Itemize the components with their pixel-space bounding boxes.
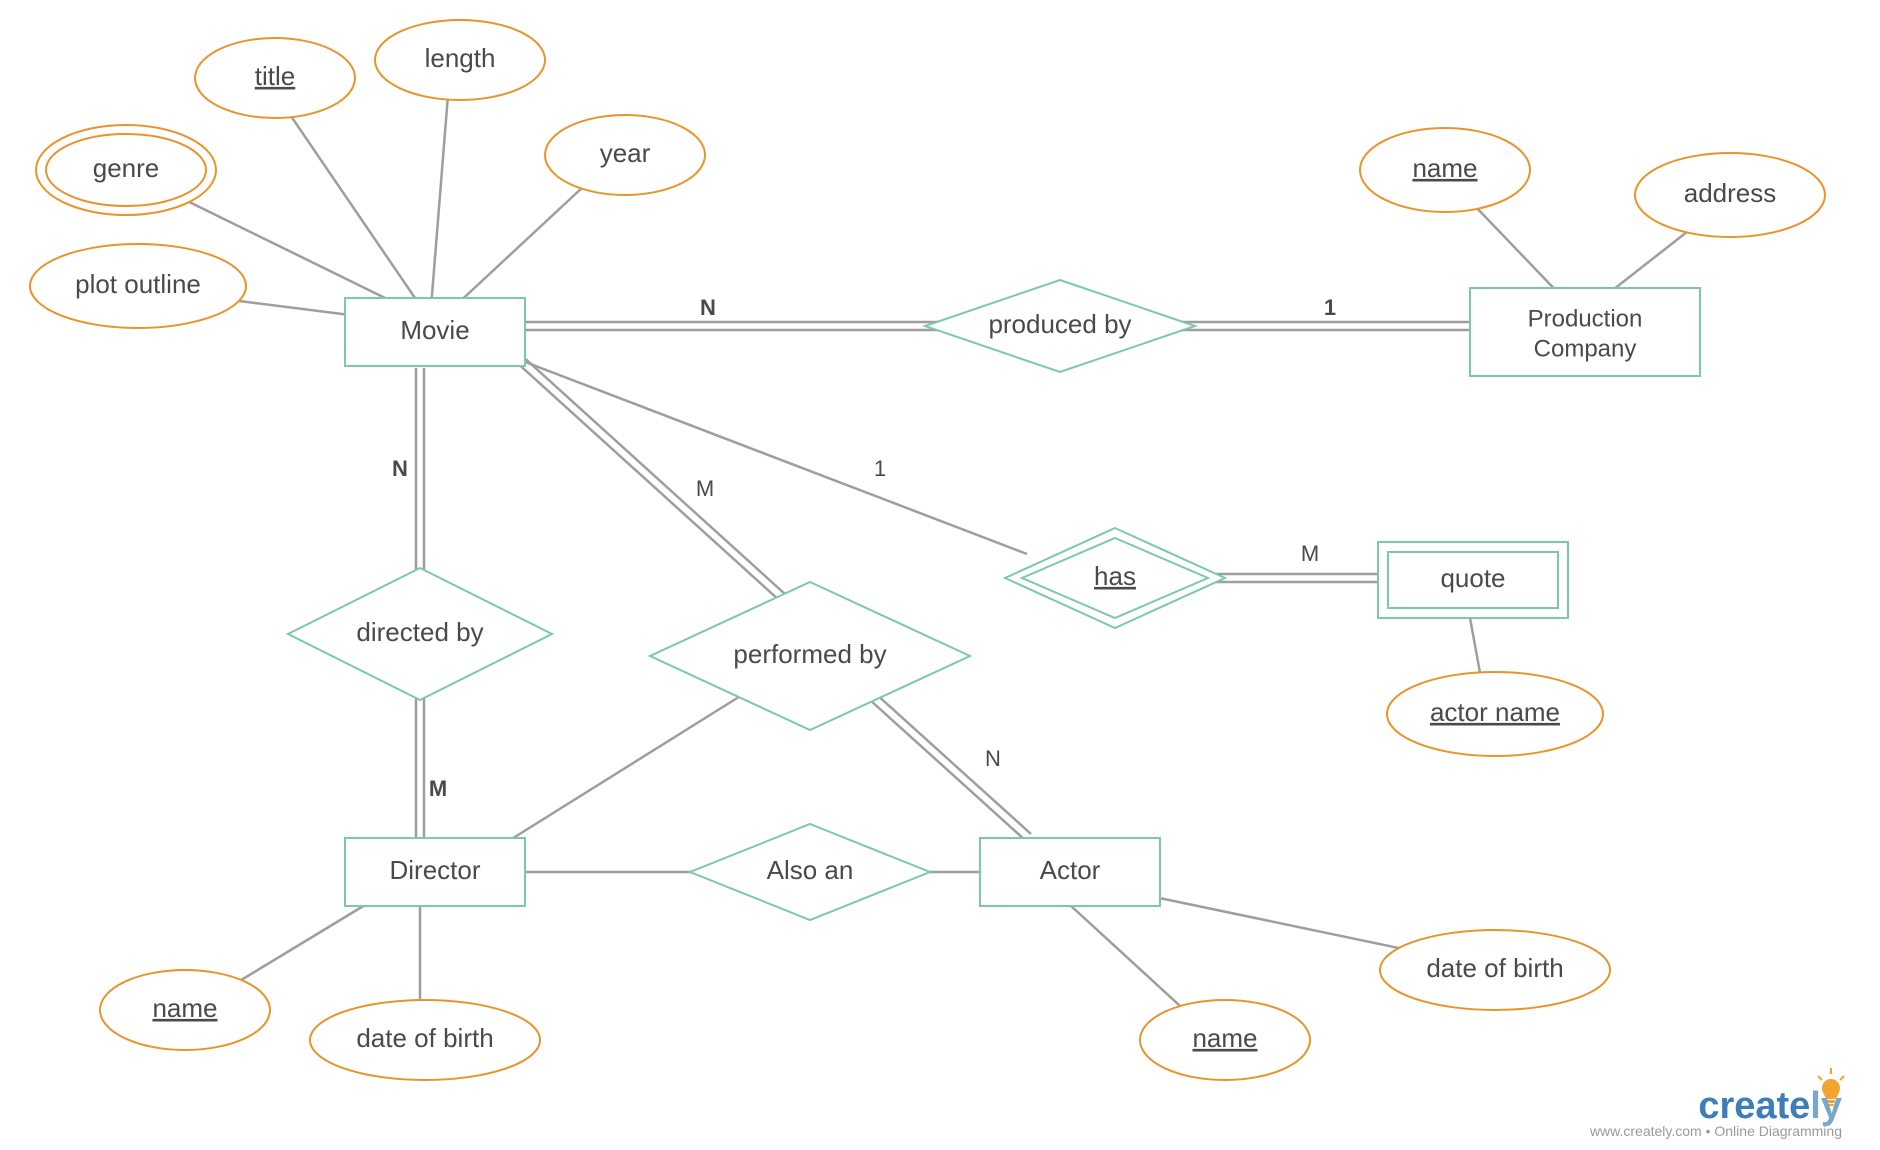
card-pc-producedby: 1 [1324, 295, 1336, 320]
card-movie-producedby: N [700, 295, 716, 320]
entity-actor-label: Actor [1040, 855, 1101, 885]
card-movie-directedby: N [392, 456, 408, 481]
branding-name-part1: create [1698, 1085, 1810, 1127]
attr-actor-dob-label: date of birth [1426, 953, 1563, 983]
entity-quote-label: quote [1440, 563, 1505, 593]
edge-title-movie [280, 100, 430, 320]
attr-pc-address: address [1635, 153, 1825, 237]
entity-actor: Actor [980, 838, 1160, 906]
attr-quote-actor-name-label: actor name [1430, 697, 1560, 727]
attr-pc-name-label: name [1412, 153, 1477, 183]
attr-year-label: year [600, 138, 651, 168]
er-diagram: N 1 N M M N 1 M Movie Production Company… [0, 0, 1880, 1150]
edge-length-movie [430, 70, 450, 320]
branding-name-part2: ly [1810, 1085, 1842, 1127]
rel-also-an-label: Also an [767, 855, 854, 885]
attr-actor-name: name [1140, 1000, 1310, 1080]
attr-director-dob-label: date of birth [356, 1023, 493, 1053]
rel-performed-by-label: performed by [733, 639, 886, 669]
attr-pc-name: name [1360, 128, 1530, 212]
entity-director-label: Director [389, 855, 480, 885]
branding-logo: creately www.creately.com • Online Diagr… [1589, 1068, 1844, 1139]
entity-movie: Movie [345, 298, 525, 366]
attr-pc-address-label: address [1684, 178, 1777, 208]
rel-produced-by: produced by [925, 280, 1195, 372]
rel-has-label: has [1094, 561, 1136, 591]
rel-also-an: Also an [690, 824, 930, 920]
attr-actor-dob: date of birth [1380, 930, 1610, 1010]
edge-movie-has [520, 360, 1027, 554]
attr-length-label: length [425, 43, 496, 73]
attr-genre: genre [36, 125, 216, 215]
branding-tagline: www.creately.com • Online Diagramming [1589, 1123, 1842, 1139]
entity-quote: quote [1378, 542, 1568, 618]
edge-performedby-actor-1 [870, 700, 1025, 840]
rel-directed-by-label: directed by [356, 617, 483, 647]
card-quote-has: M [1301, 541, 1319, 566]
entity-director: Director [345, 838, 525, 906]
rel-produced-by-label: produced by [988, 309, 1131, 339]
attr-plot-outline-label: plot outline [75, 269, 201, 299]
rel-directed-by: directed by [288, 568, 552, 700]
attr-actor-name-label: name [1192, 1023, 1257, 1053]
card-movie-performedby: M [696, 476, 714, 501]
edge-movie-performedby-2 [520, 354, 796, 604]
edge-performedby-director [510, 690, 750, 840]
attr-plot-outline: plot outline [30, 244, 246, 328]
card-actor-performedby: N [985, 746, 1001, 771]
entity-movie-label: Movie [400, 315, 469, 345]
attr-quote-actor-name: actor name [1387, 672, 1603, 756]
entity-pc-label-2: Company [1534, 335, 1637, 362]
edge-movie-performedby-1 [514, 360, 790, 610]
attr-length: length [375, 20, 545, 100]
attr-title: title [195, 38, 355, 118]
edge-performedby-actor-2 [876, 694, 1031, 834]
rel-performed-by: performed by [650, 582, 970, 730]
entity-pc-label-1: Production [1528, 305, 1643, 332]
attr-year: year [545, 115, 705, 195]
rel-has: has [1005, 528, 1225, 628]
attr-director-name-label: name [152, 993, 217, 1023]
branding-name: creately [1698, 1085, 1842, 1127]
attr-genre-label: genre [93, 153, 160, 183]
card-director-directedby: M [429, 776, 447, 801]
attr-director-name: name [100, 970, 270, 1050]
entity-production-company: Production Company [1470, 288, 1700, 376]
card-movie-has: 1 [874, 456, 886, 481]
attr-director-dob: date of birth [310, 1000, 540, 1080]
attr-title-label: title [255, 61, 295, 91]
